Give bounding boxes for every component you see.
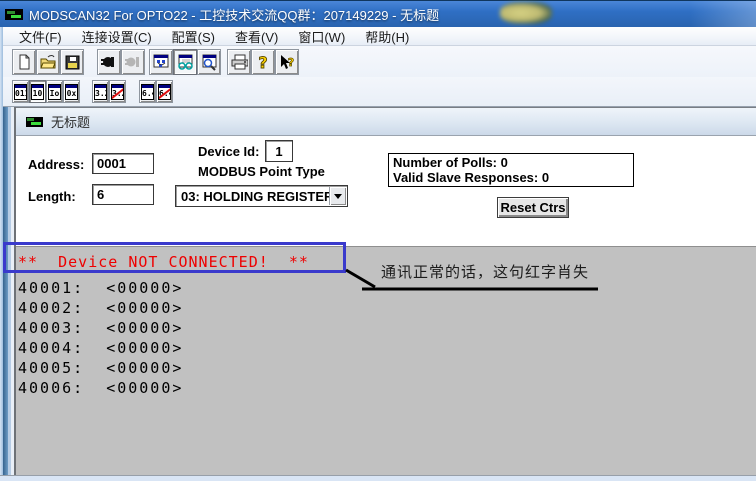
display-data-glasses-icon [176,53,194,71]
address-label: Address: [28,157,84,172]
svg-text:?: ? [258,53,267,71]
reset-counters-button[interactable]: Reset Ctrs [497,197,569,218]
float-format-icon: 3.2 [94,84,107,100]
svg-text:?: ? [288,56,294,69]
connect-plug-icon [100,53,118,71]
window-frame-bottom [0,475,756,481]
polls-value: 0 [501,155,508,170]
app-icon[interactable] [5,9,23,20]
help-button[interactable]: ? [251,49,275,75]
context-help-button[interactable]: ? [275,49,299,75]
address-input[interactable]: 0001 [92,153,154,174]
annotation-note: 通讯正常的话，这句红字肖失 [381,261,589,282]
save-floppy-icon [63,53,81,71]
new-file-icon [15,53,33,71]
menu-help[interactable]: 帮助(H) [355,27,419,45]
view-definition-button[interactable] [149,49,173,75]
register-row[interactable]: 40002:<00000> [18,298,183,318]
format-toolbar: 011 10 Io 0x 3.2 3.2 6.4 6.4 [3,77,756,107]
titlebar[interactable]: MODSCAN32 For OPTO22 - 工控技术交流QQ群：2071492… [0,0,756,27]
device-not-connected-banner: ** Device NOT CONNECTED! ** [18,253,309,271]
printer-icon [230,53,248,71]
view-data-button[interactable] [173,49,197,75]
format-float-button[interactable]: 3.2 [92,80,109,103]
new-file-button[interactable] [12,49,36,75]
swapped-float-format-icon: 3.2 [111,84,124,100]
open-file-button[interactable] [36,49,60,75]
format-integer-button[interactable]: Io [46,80,63,103]
responses-label: Valid Slave Responses: [393,170,538,185]
save-file-button[interactable] [60,49,84,75]
data-definition-icon [152,53,170,71]
binary-format-icon: 011 [14,84,27,100]
connect-button[interactable] [97,49,121,75]
responses-value: 0 [542,170,549,185]
format-binary-button[interactable]: 011 [12,80,29,103]
device-id-label: Device Id: [198,144,259,159]
register-row[interactable]: 40005:<00000> [18,358,183,378]
register-row[interactable]: 40006:<00000> [18,378,183,398]
combo-dropdown-arrow-icon[interactable] [329,187,346,205]
point-type-label: MODBUS Point Type [198,164,325,179]
context-help-arrow-icon: ? [278,53,296,71]
register-row[interactable]: 40003:<00000> [18,318,183,338]
disconnect-button[interactable] [121,49,145,75]
point-type-value: 03: HOLDING REGISTER [181,189,333,204]
print-button[interactable] [227,49,251,75]
child-titlebar[interactable]: 无标题 [16,107,756,136]
main-toolbar: ? ? [3,46,756,77]
length-input[interactable]: 6 [92,184,154,205]
register-list: 40001:<00000> 40002:<00000> 40003:<00000… [18,278,183,398]
magnifier-window-icon [200,53,218,71]
poll-stats-box: Number of Polls: 0 Valid Slave Responses… [388,153,634,187]
decimal-format-icon: 10 [31,84,44,100]
window-title: MODSCAN32 For OPTO22 - 工控技术交流QQ群：2071492… [29,5,439,24]
format-hex-button[interactable]: 0x [63,80,80,103]
format-swapped-float-button[interactable]: 3.2 [109,80,126,103]
format-swapped-double-button[interactable]: 6.4 [156,80,173,103]
integer-format-icon: Io [48,84,61,100]
menu-setup[interactable]: 配置(S) [162,27,225,45]
child-window-title: 无标题 [51,112,90,131]
double-format-icon: 6.4 [141,84,154,100]
menu-window[interactable]: 窗口(W) [288,27,355,45]
menu-connection[interactable]: 连接设置(C) [72,27,162,45]
modscan32-window: MODSCAN32 For OPTO22 - 工控技术交流QQ群：2071492… [0,0,756,481]
menubar: 文件(F) 连接设置(C) 配置(S) 查看(V) 窗口(W) 帮助(H) [3,27,756,46]
form-panel: Address: 0001 Length: 6 Device Id: 1 MOD… [16,136,756,246]
menu-file[interactable]: 文件(F) [9,27,72,45]
titlebar-glass-highlight [690,1,756,27]
register-row[interactable]: 40001:<00000> [18,278,183,298]
register-row[interactable]: 40004:<00000> [18,338,183,358]
hex-format-icon: 0x [65,84,78,100]
format-double-button[interactable]: 6.4 [139,80,156,103]
disconnect-plug-icon [124,53,142,71]
polls-label: Number of Polls: [393,155,497,170]
titlebar-glass-reflection [500,2,552,24]
view-traffic-button[interactable] [197,49,221,75]
open-folder-icon [39,53,57,71]
menu-view[interactable]: 查看(V) [225,27,288,45]
swapped-double-format-icon: 6.4 [158,84,171,100]
document-icon [26,117,43,127]
length-label: Length: [28,189,76,204]
device-id-input[interactable]: 1 [265,140,293,162]
format-decimal-button[interactable]: 10 [29,80,46,103]
help-question-icon: ? [254,53,272,71]
point-type-combobox[interactable]: 03: HOLDING REGISTER [175,185,348,207]
